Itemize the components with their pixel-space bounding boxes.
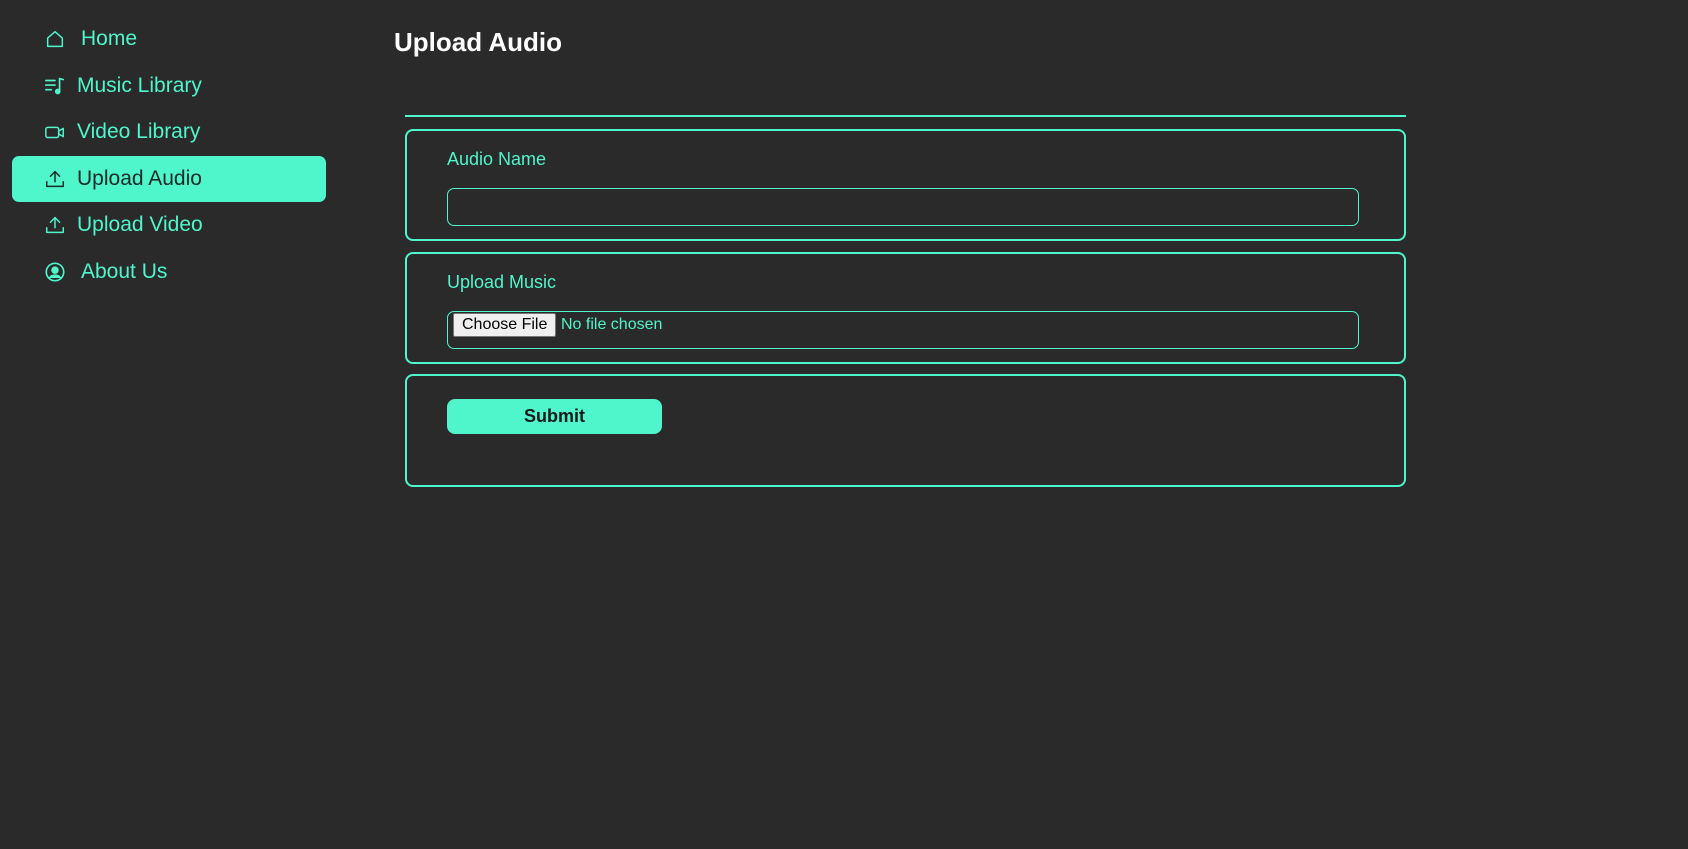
sidebar-item-upload-audio[interactable]: Upload Audio	[12, 155, 326, 202]
upload-music-card: Upload Music Choose File No file chosen	[405, 252, 1406, 364]
upload-icon	[43, 167, 67, 191]
sidebar-item-music-library[interactable]: Music Library	[12, 63, 326, 109]
video-camera-icon	[43, 120, 67, 144]
divider	[405, 115, 1406, 117]
sidebar-item-label: Upload Video	[77, 213, 203, 237]
sidebar-item-video-library[interactable]: Video Library	[12, 109, 326, 155]
upload-icon	[43, 213, 67, 237]
upload-music-label: Upload Music	[447, 272, 557, 292]
submit-button[interactable]: Submit	[447, 399, 662, 434]
file-status: No file chosen	[561, 316, 663, 333]
music-list-icon	[43, 74, 67, 98]
choose-file-button[interactable]: Choose File	[453, 313, 557, 337]
sidebar-item-label: Music Library	[77, 73, 202, 97]
page-title: Upload Audio	[394, 27, 563, 57]
sidebar-item-label: Upload Audio	[77, 166, 202, 190]
sidebar-item-label: Video Library	[77, 120, 201, 144]
audio-name-label: Audio Name	[447, 149, 547, 169]
file-input[interactable]: Choose File No file chosen	[447, 311, 1359, 349]
submit-card: Submit	[405, 374, 1406, 487]
audio-name-card: Audio Name	[405, 129, 1406, 241]
sidebar-item-upload-video[interactable]: Upload Video	[12, 202, 326, 248]
user-circle-icon	[43, 260, 67, 284]
sidebar-item-label: Home	[81, 27, 138, 50]
sidebar-item-about-us[interactable]: About Us	[12, 249, 326, 295]
sidebar: Home Music Library Video Library Upload …	[12, 16, 326, 296]
sidebar-item-label: About Us	[81, 259, 168, 283]
home-icon	[43, 27, 67, 51]
audio-name-input[interactable]	[447, 188, 1359, 226]
sidebar-item-home[interactable]: Home	[12, 16, 326, 62]
